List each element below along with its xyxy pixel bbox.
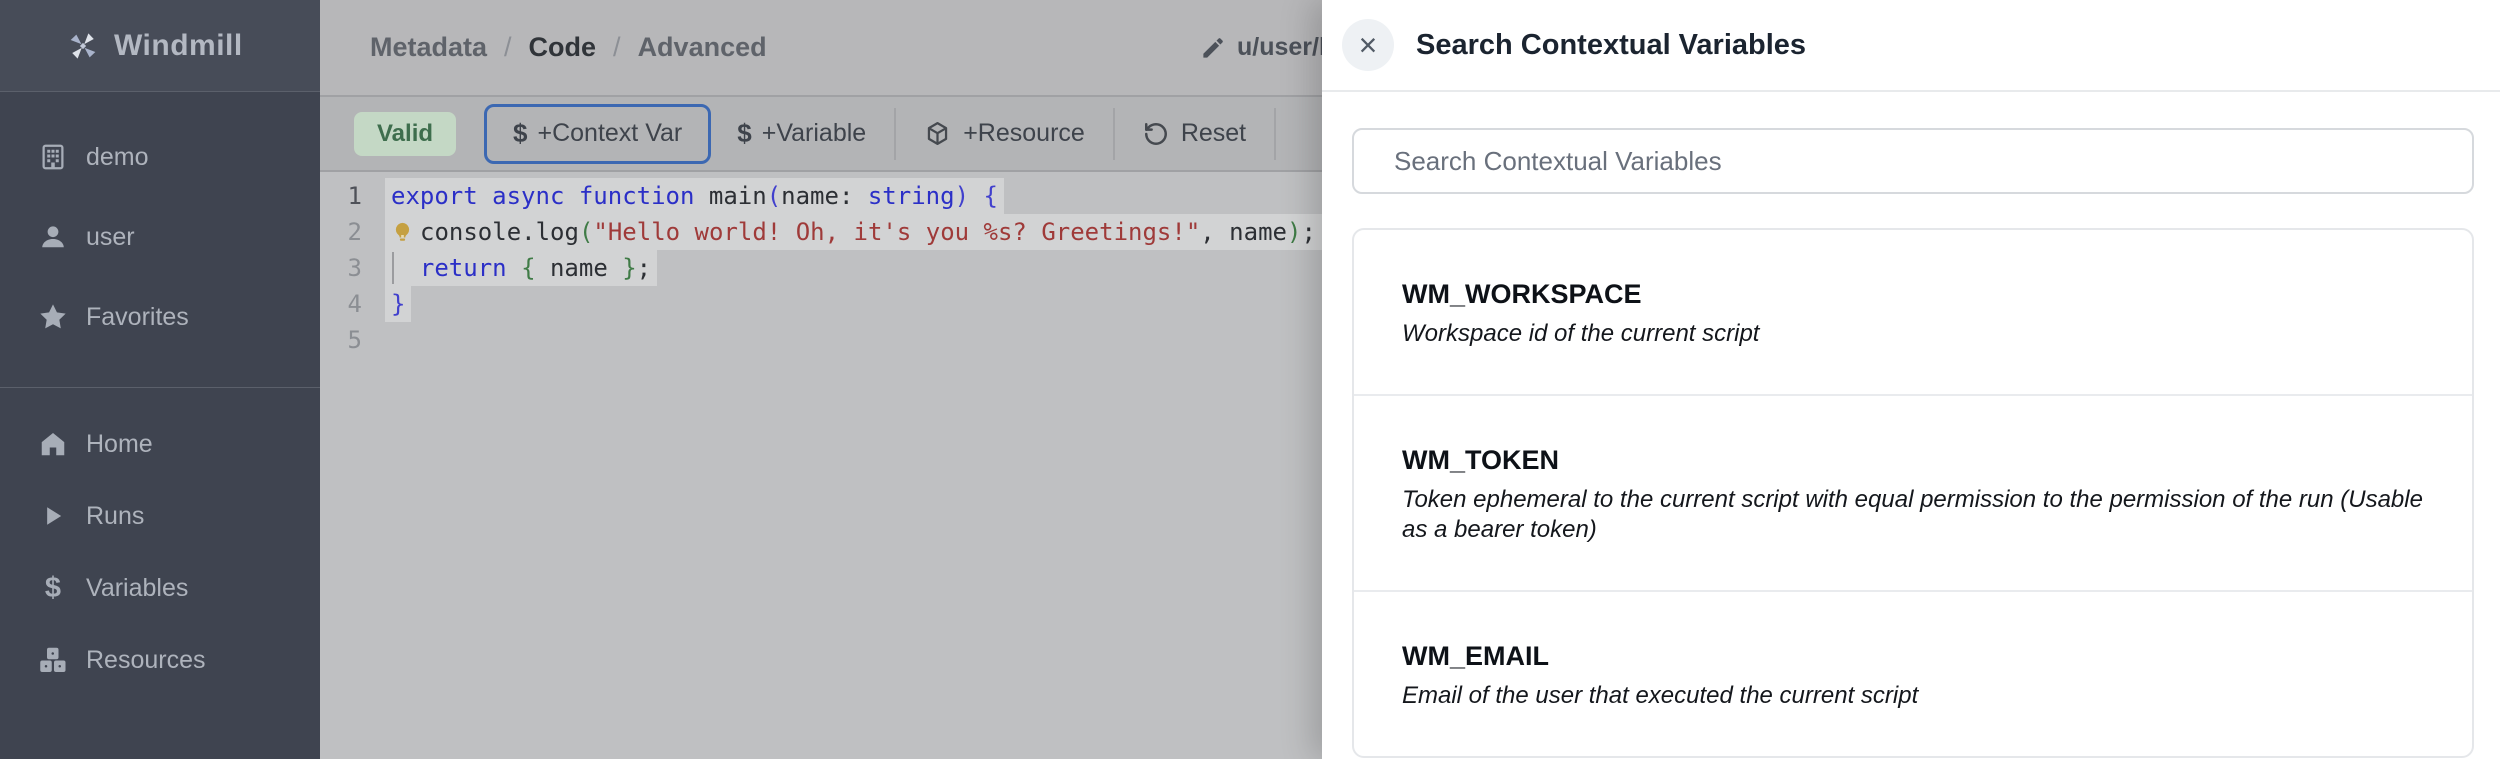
context-var-drawer: × Search Contextual Variables WM_WORKSPA… bbox=[1322, 0, 2500, 759]
variable-list-item[interactable]: WM_EMAIL Email of the user that executed… bbox=[1354, 590, 2472, 756]
app: Windmill demo bbox=[0, 0, 2500, 759]
variable-description: Token ephemeral to the current script wi… bbox=[1402, 485, 2424, 545]
variable-name: WM_WORKSPACE bbox=[1402, 278, 2424, 311]
variable-list-item[interactable]: WM_TOKEN Token ephemeral to the current … bbox=[1354, 394, 2472, 590]
variable-description: Workspace id of the current script bbox=[1402, 319, 2424, 349]
variable-name: WM_TOKEN bbox=[1402, 444, 2424, 477]
variable-list-item[interactable]: WM_WORKSPACE Workspace id of the current… bbox=[1354, 230, 2472, 394]
drawer-backdrop[interactable] bbox=[0, 0, 1322, 759]
variable-name: WM_EMAIL bbox=[1402, 640, 2424, 673]
search-input[interactable] bbox=[1352, 128, 2474, 194]
close-icon[interactable]: × bbox=[1342, 19, 1394, 71]
variable-list: WM_WORKSPACE Workspace id of the current… bbox=[1352, 228, 2474, 758]
drawer-title: Search Contextual Variables bbox=[1416, 29, 1806, 62]
drawer-header: × Search Contextual Variables bbox=[1322, 0, 2500, 92]
drawer-body: WM_WORKSPACE Workspace id of the current… bbox=[1322, 92, 2500, 758]
variable-description: Email of the user that executed the curr… bbox=[1402, 681, 2424, 711]
